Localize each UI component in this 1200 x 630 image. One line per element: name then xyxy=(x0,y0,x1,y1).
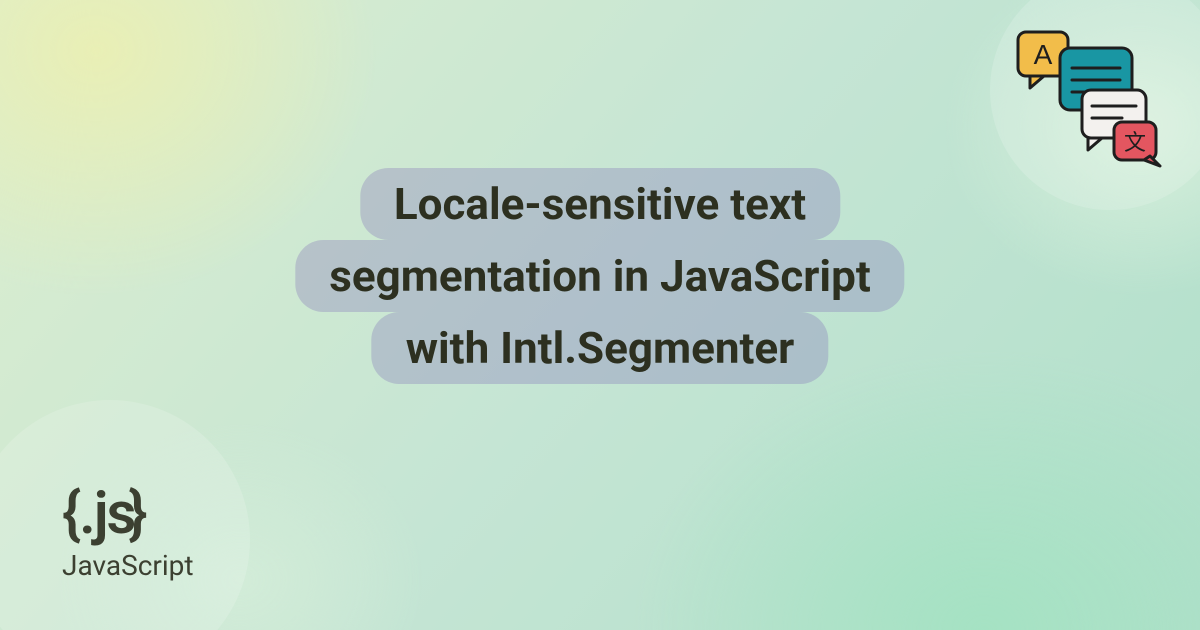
js-logo-mark: {.js} xyxy=(62,485,194,543)
title-line-3: with Intl.Segmenter xyxy=(372,312,829,384)
brace-open: { xyxy=(62,480,79,548)
js-logo-label: JavaScript xyxy=(62,549,194,582)
title-line-1: Locale-sensitive text xyxy=(360,168,840,240)
brace-close: } xyxy=(128,480,145,548)
title-line-2: segmentation in JavaScript xyxy=(295,240,904,312)
logo-inner: .js xyxy=(79,480,134,548)
svg-text:A: A xyxy=(1034,39,1053,70)
page-title: Locale-sensitive text segmentation in Ja… xyxy=(295,168,904,384)
svg-text:文: 文 xyxy=(1124,130,1146,155)
speech-bubble-cjk-icon: 文 xyxy=(1114,122,1160,166)
translate-icon: A 文 xyxy=(1012,28,1162,168)
javascript-logo: {.js} JavaScript xyxy=(62,485,194,582)
